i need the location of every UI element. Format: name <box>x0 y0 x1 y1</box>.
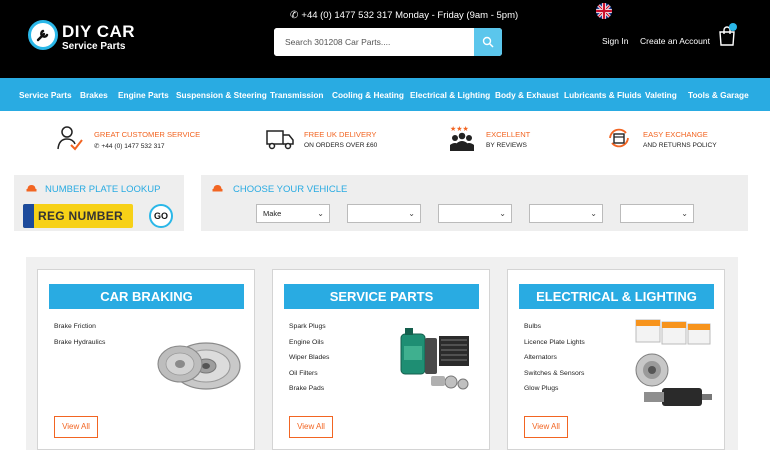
service-parts-image <box>400 328 469 390</box>
benefit-subtitle: ON ORDERS OVER £60 <box>304 142 378 149</box>
year-select[interactable]: ⌄ <box>438 204 512 223</box>
uk-flag-icon[interactable] <box>596 3 612 19</box>
electrical-parts-image <box>635 319 712 406</box>
chevron-down-icon: ⌄ <box>681 209 688 218</box>
car-icon <box>212 185 223 192</box>
benefit-title: EASY EXCHANGE <box>643 130 708 139</box>
chevron-down-icon: ⌄ <box>408 209 415 218</box>
category-link[interactable]: Oil Filters <box>289 370 318 377</box>
car-icon <box>26 185 37 192</box>
search-input[interactable] <box>274 28 475 56</box>
category-link[interactable]: Engine Oils <box>289 339 324 346</box>
benefit-title: EXCELLENT <box>486 130 531 139</box>
category-link[interactable]: Brake Hydraulics <box>54 339 105 346</box>
category-card-service-parts: SERVICE PARTS Spark Plugs Engine Oils Wi… <box>272 269 490 450</box>
nav-item-transmission[interactable]: Transmission <box>270 90 324 100</box>
sign-in-link[interactable]: Sign In <box>602 36 628 46</box>
choose-vehicle-title: CHOOSE YOUR VEHICLE <box>233 184 348 195</box>
benefit-delivery: FREE UK DELIVERY ON ORDERS OVER £60 <box>266 124 386 156</box>
reg-number-placeholder: REG NUMBER <box>38 209 124 223</box>
benefit-title: FREE UK DELIVERY <box>304 130 377 139</box>
header-phone-text: +44 (0) 1477 532 317 Monday - Friday (9a… <box>301 10 519 21</box>
logo-title: DIY CAR <box>62 22 136 41</box>
reg-number-input[interactable]: REG NUMBER <box>23 204 133 228</box>
benefit-subtitle: BY REVIEWS <box>486 142 527 149</box>
reviews-icon: ★★★ <box>450 125 474 151</box>
cart-count-badge <box>729 23 737 31</box>
header-phone[interactable]: ✆ +44 (0) 1477 532 317 Monday - Friday (9… <box>290 10 518 21</box>
customer-service-icon <box>57 126 83 151</box>
search-bar <box>274 28 502 56</box>
benefit-exchange: EASY EXCHANGE AND RETURNS POLICY <box>605 124 735 156</box>
category-link[interactable]: Bulbs <box>524 323 541 330</box>
choose-vehicle-panel: CHOOSE YOUR VEHICLE Make ⌄ ⌄ ⌄ ⌄ ⌄ <box>201 175 748 231</box>
delivery-truck-icon <box>266 130 294 150</box>
number-plate-lookup-panel: NUMBER PLATE LOOKUP REG NUMBER GO <box>14 175 184 231</box>
nav-item-electrical-lighting[interactable]: Electrical & Lighting <box>410 90 490 100</box>
nav-item-suspension-steering[interactable]: Suspension & Steering <box>176 90 267 100</box>
benefit-subtitle: AND RETURNS POLICY <box>643 142 717 149</box>
nav-item-service-parts[interactable]: Service Parts <box>19 90 72 100</box>
main-nav: Service Parts Brakes Engine Parts Suspen… <box>0 78 770 111</box>
view-all-button[interactable]: View All <box>524 416 568 438</box>
create-account-link[interactable]: Create an Account <box>640 36 710 46</box>
nav-item-lubricants-fluids[interactable]: Lubricants & Fluids <box>564 90 641 100</box>
category-link[interactable]: Licence Plate Lights <box>524 339 585 346</box>
chevron-down-icon: ⌄ <box>499 209 506 218</box>
wrench-icon <box>28 20 58 50</box>
go-button[interactable]: GO <box>149 204 173 228</box>
phone-icon: ✆ <box>290 10 299 21</box>
category-link[interactable]: Alternators <box>524 354 557 361</box>
number-plate-lookup-title: NUMBER PLATE LOOKUP <box>45 184 161 195</box>
category-link[interactable]: Brake Friction <box>54 323 96 330</box>
nav-item-cooling-heating[interactable]: Cooling & Heating <box>332 90 404 100</box>
category-card-car-braking: CAR BRAKING Brake Friction Brake Hydraul… <box>37 269 255 450</box>
brake-disc-image <box>157 342 241 390</box>
site-logo[interactable]: DIY CAR Service Parts <box>28 20 148 56</box>
engine-select[interactable]: ⌄ <box>529 204 603 223</box>
category-link[interactable]: Brake Pads <box>289 385 324 392</box>
benefit-subtitle: ✆ +44 (0) 1477 532 317 <box>94 143 165 150</box>
uk-plate-strip <box>23 204 34 228</box>
nav-item-body-exhaust[interactable]: Body & Exhaust <box>495 90 559 100</box>
nav-item-tools-garage[interactable]: Tools & Garage <box>688 90 749 100</box>
category-card-electrical-lighting: ELECTRICAL & LIGHTING Bulbs Licence Plat… <box>507 269 725 450</box>
benefit-reviews: ★★★ EXCELLENT BY REVIEWS <box>448 124 558 156</box>
category-link[interactable]: Wiper Blades <box>289 354 329 361</box>
chevron-down-icon: ⌄ <box>317 209 324 218</box>
make-select[interactable]: Make ⌄ <box>256 204 330 223</box>
make-select-value: Make <box>263 209 282 218</box>
site-header: DIY CAR Service Parts ✆ +44 (0) 1477 532 … <box>0 0 770 78</box>
view-all-button[interactable]: View All <box>289 416 333 438</box>
category-title[interactable]: CAR BRAKING <box>49 284 244 309</box>
nav-item-engine-parts[interactable]: Engine Parts <box>118 90 169 100</box>
category-title[interactable]: ELECTRICAL & LIGHTING <box>519 284 714 309</box>
logo-subtitle: Service Parts <box>62 41 126 52</box>
chevron-down-icon: ⌄ <box>590 209 597 218</box>
category-link[interactable]: Glow Plugs <box>524 385 558 392</box>
model-select[interactable]: ⌄ <box>347 204 421 223</box>
search-icon <box>482 36 494 48</box>
benefit-customer-service: GREAT CUSTOMER SERVICE ✆ +44 (0) 1477 53… <box>56 124 206 156</box>
benefit-title: GREAT CUSTOMER SERVICE <box>94 130 201 139</box>
exchange-icon <box>609 128 629 148</box>
svg-text:★★★: ★★★ <box>450 125 469 133</box>
category-title[interactable]: SERVICE PARTS <box>284 284 479 309</box>
nav-item-valeting[interactable]: Valeting <box>645 90 677 100</box>
search-button[interactable] <box>474 28 502 56</box>
nav-item-brakes[interactable]: Brakes <box>80 90 108 100</box>
category-link[interactable]: Switches & Sensors <box>524 370 584 377</box>
view-all-button[interactable]: View All <box>54 416 98 438</box>
variant-select[interactable]: ⌄ <box>620 204 694 223</box>
category-link[interactable]: Spark Plugs <box>289 323 326 330</box>
